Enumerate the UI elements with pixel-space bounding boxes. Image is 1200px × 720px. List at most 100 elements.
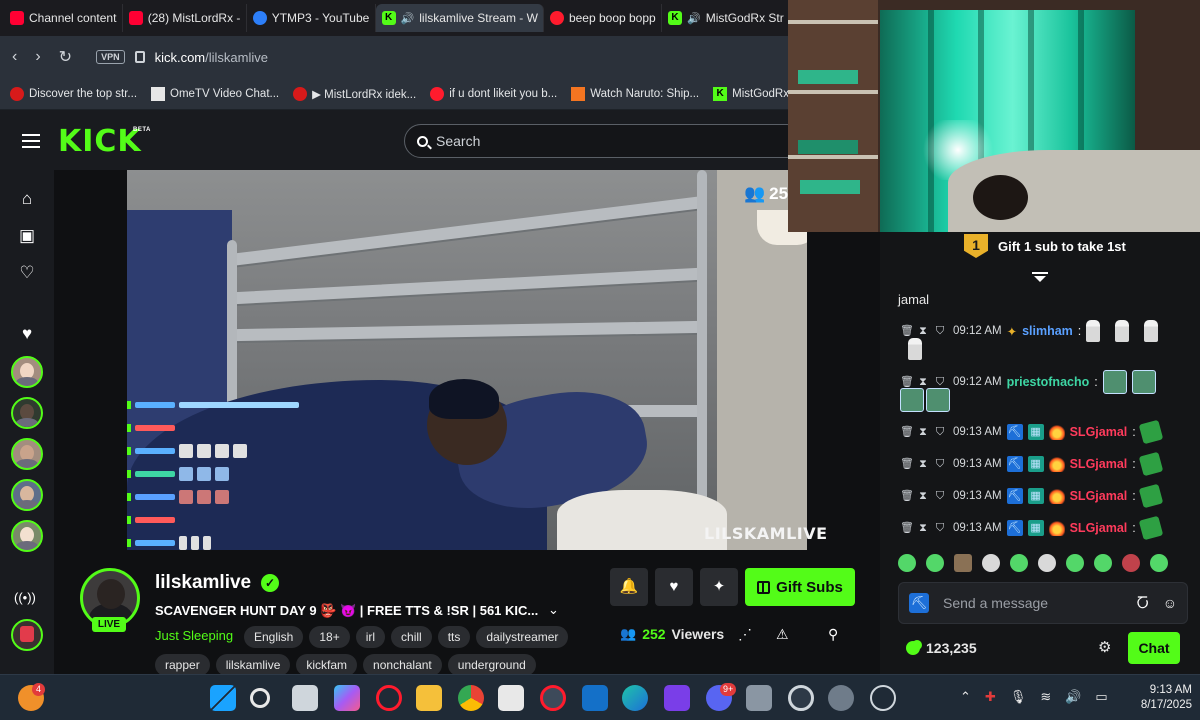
live-radio-icon[interactable]: ((•)) xyxy=(14,590,36,605)
bookmark-item[interactable]: if u dont likeit you b... xyxy=(430,86,557,101)
bookmark-item[interactable]: OmeTV Video Chat... xyxy=(151,86,279,101)
volume-icon[interactable]: 🔊 xyxy=(1065,689,1081,705)
pinned-message-icon[interactable] xyxy=(1032,272,1048,286)
stream-category[interactable]: Just Sleeping xyxy=(155,628,233,643)
play-icon[interactable] xyxy=(870,685,896,711)
timeout-icon[interactable]: ⧗ xyxy=(917,376,929,388)
opera-gx-icon[interactable] xyxy=(540,685,566,711)
chevron-up-icon[interactable]: ⌃ xyxy=(960,689,971,705)
chrome-icon[interactable] xyxy=(458,685,484,711)
tab-ytmp3[interactable]: YTMP3 - YouTube xyxy=(247,4,376,32)
chat-message[interactable]: 🗑 ⧗ ⛉ 09:13 AM ⛏ ▦ SLGjamal: xyxy=(900,515,1163,541)
gift-leaderboard[interactable]: 1 Gift 1 sub to take 1st xyxy=(964,234,1126,258)
emote-button[interactable] xyxy=(954,554,972,572)
follow-heart-button[interactable]: ♥ xyxy=(655,568,693,606)
chat-send-button[interactable]: Chat xyxy=(1128,632,1180,664)
tag-chip[interactable]: rapper xyxy=(155,654,210,676)
followed-channel-avatar[interactable] xyxy=(11,356,43,388)
chat-message[interactable]: 🗑 ⧗ ⛉ 09:13 AM ⛏ ▦ SLGjamal: xyxy=(900,483,1163,509)
emote-button[interactable] xyxy=(1094,554,1112,572)
tag-chip[interactable]: dailystreamer xyxy=(476,626,569,648)
gift-subs-button[interactable]: Gift Subs xyxy=(745,568,855,606)
tab-beep-boop[interactable]: beep boop bopp xyxy=(544,4,663,32)
trash-icon[interactable]: 🗑 xyxy=(900,325,914,337)
chat-message[interactable]: 🗑 ⧗ ⛉ 09:13 AM ⛏ ▦ SLGjamal: xyxy=(900,419,1163,445)
followed-channel-avatar[interactable] xyxy=(11,397,43,429)
edge-icon[interactable] xyxy=(622,685,648,711)
trash-icon[interactable]: 🗑 xyxy=(900,376,914,388)
obs-icon[interactable] xyxy=(788,685,814,711)
recommended-channel-avatar[interactable] xyxy=(11,619,43,651)
message-username[interactable]: SLGjamal xyxy=(1070,425,1128,439)
settings-icon[interactable] xyxy=(828,685,854,711)
lock-icon[interactable] xyxy=(134,51,145,63)
search-input[interactable]: Search xyxy=(404,124,804,158)
trash-icon[interactable]: 🗑 xyxy=(900,490,914,502)
user-settings-icon[interactable]: ⚲ xyxy=(828,626,838,643)
timeout-icon[interactable]: ⧗ xyxy=(917,522,929,534)
timeout-icon[interactable]: ⧗ xyxy=(917,490,929,502)
chevron-down-icon[interactable]: ⌄ xyxy=(548,602,559,618)
media-player-icon[interactable] xyxy=(664,685,690,711)
message-username[interactable]: SLGjamal xyxy=(1070,521,1128,535)
chat-message[interactable]: 🗑 ⧗ ⛉ 09:12 AM ✦ slimham : xyxy=(900,320,1159,342)
timeout-icon[interactable]: ⧗ xyxy=(917,426,929,438)
trash-icon[interactable]: 🗑 xyxy=(900,522,914,534)
ban-icon[interactable]: ⛉ xyxy=(934,490,946,502)
emote-button[interactable] xyxy=(1038,554,1056,572)
bookmark-item[interactable]: ▶ MistLordRx idek... xyxy=(293,86,416,101)
speaker-icon[interactable]: 🔊 xyxy=(687,12,701,25)
search-icon[interactable] xyxy=(250,688,270,708)
emote-button[interactable] xyxy=(982,554,1000,572)
outlook-icon[interactable] xyxy=(582,685,608,711)
menu-icon[interactable] xyxy=(22,134,40,148)
tab-mistgodrx[interactable]: K 🔊 MistGodRx Str xyxy=(662,4,790,32)
opera-icon[interactable] xyxy=(376,685,402,711)
bookmark-item[interactable]: K MistGodRx xyxy=(713,86,789,101)
message-username[interactable]: SLGjamal xyxy=(1070,457,1128,471)
channel-name[interactable]: lilskamlive xyxy=(155,572,251,594)
sparkle-button[interactable]: ✦ xyxy=(700,568,738,606)
store-icon[interactable] xyxy=(498,685,524,711)
home-icon[interactable]: ⌂ xyxy=(18,190,36,208)
vpn-badge[interactable]: VPN xyxy=(96,50,125,64)
message-username[interactable]: slimham xyxy=(1022,324,1073,338)
followed-channel-avatar[interactable] xyxy=(11,520,43,552)
message-username[interactable]: priestofnacho xyxy=(1007,375,1090,389)
tag-chip[interactable]: irl xyxy=(355,626,386,648)
translate-icon[interactable]: Ⴀ xyxy=(1136,595,1148,612)
trash-icon[interactable]: 🗑 xyxy=(900,458,914,470)
message-username[interactable]: SLGjamal xyxy=(1070,489,1128,503)
tag-chip[interactable]: nonchalant xyxy=(363,654,442,676)
browse-icon[interactable]: ▣ xyxy=(18,227,36,245)
file-explorer-icon[interactable] xyxy=(416,685,442,711)
gear-icon[interactable]: ⚙ xyxy=(1098,638,1111,656)
back-icon[interactable]: ‹ xyxy=(12,48,17,66)
tab-channel-content[interactable]: Channel content xyxy=(4,4,123,32)
chat-message[interactable]: 🗑 ⧗ ⛉ 09:13 AM ⛏ ▦ SLGjamal: xyxy=(900,451,1163,477)
tag-chip[interactable]: underground xyxy=(447,654,536,676)
tag-chip[interactable]: kickfam xyxy=(296,654,358,676)
kick-logo[interactable]: KICK xyxy=(58,124,142,159)
tag-chip[interactable]: English xyxy=(244,626,304,648)
task-view-icon[interactable] xyxy=(292,685,318,711)
emote-button[interactable] xyxy=(1122,554,1140,572)
followed-channel-avatar[interactable] xyxy=(11,479,43,511)
tag-chip[interactable]: tts xyxy=(437,626,471,648)
tag-chip[interactable]: lilskamlive xyxy=(215,654,291,676)
ban-icon[interactable]: ⛉ xyxy=(934,458,946,470)
tab-mistlordrx[interactable]: (28) MistLordRx - xyxy=(123,4,247,32)
speaker-icon[interactable]: 🔊 xyxy=(401,12,415,25)
microphone-icon[interactable]: 🎙 xyxy=(1010,689,1027,705)
emote-button[interactable] xyxy=(1066,554,1084,572)
notification-bell-button[interactable]: 🔔 xyxy=(610,568,648,606)
battery-icon[interactable]: ▭ xyxy=(1095,689,1107,705)
following-icon[interactable]: ♡ xyxy=(18,264,36,282)
video-player[interactable]: LILSKAMLIVE 👥 25 xyxy=(54,170,880,550)
bookmark-item[interactable]: Watch Naruto: Ship... xyxy=(571,86,699,101)
channel-points[interactable]: 123,235 xyxy=(906,640,977,656)
tag-chip[interactable]: 18+ xyxy=(309,626,350,648)
timeout-icon[interactable]: ⧗ xyxy=(917,325,929,337)
tab-lilskamlive[interactable]: K 🔊 lilskamlive Stream - W xyxy=(375,4,544,32)
timeout-icon[interactable]: ⧗ xyxy=(917,458,929,470)
